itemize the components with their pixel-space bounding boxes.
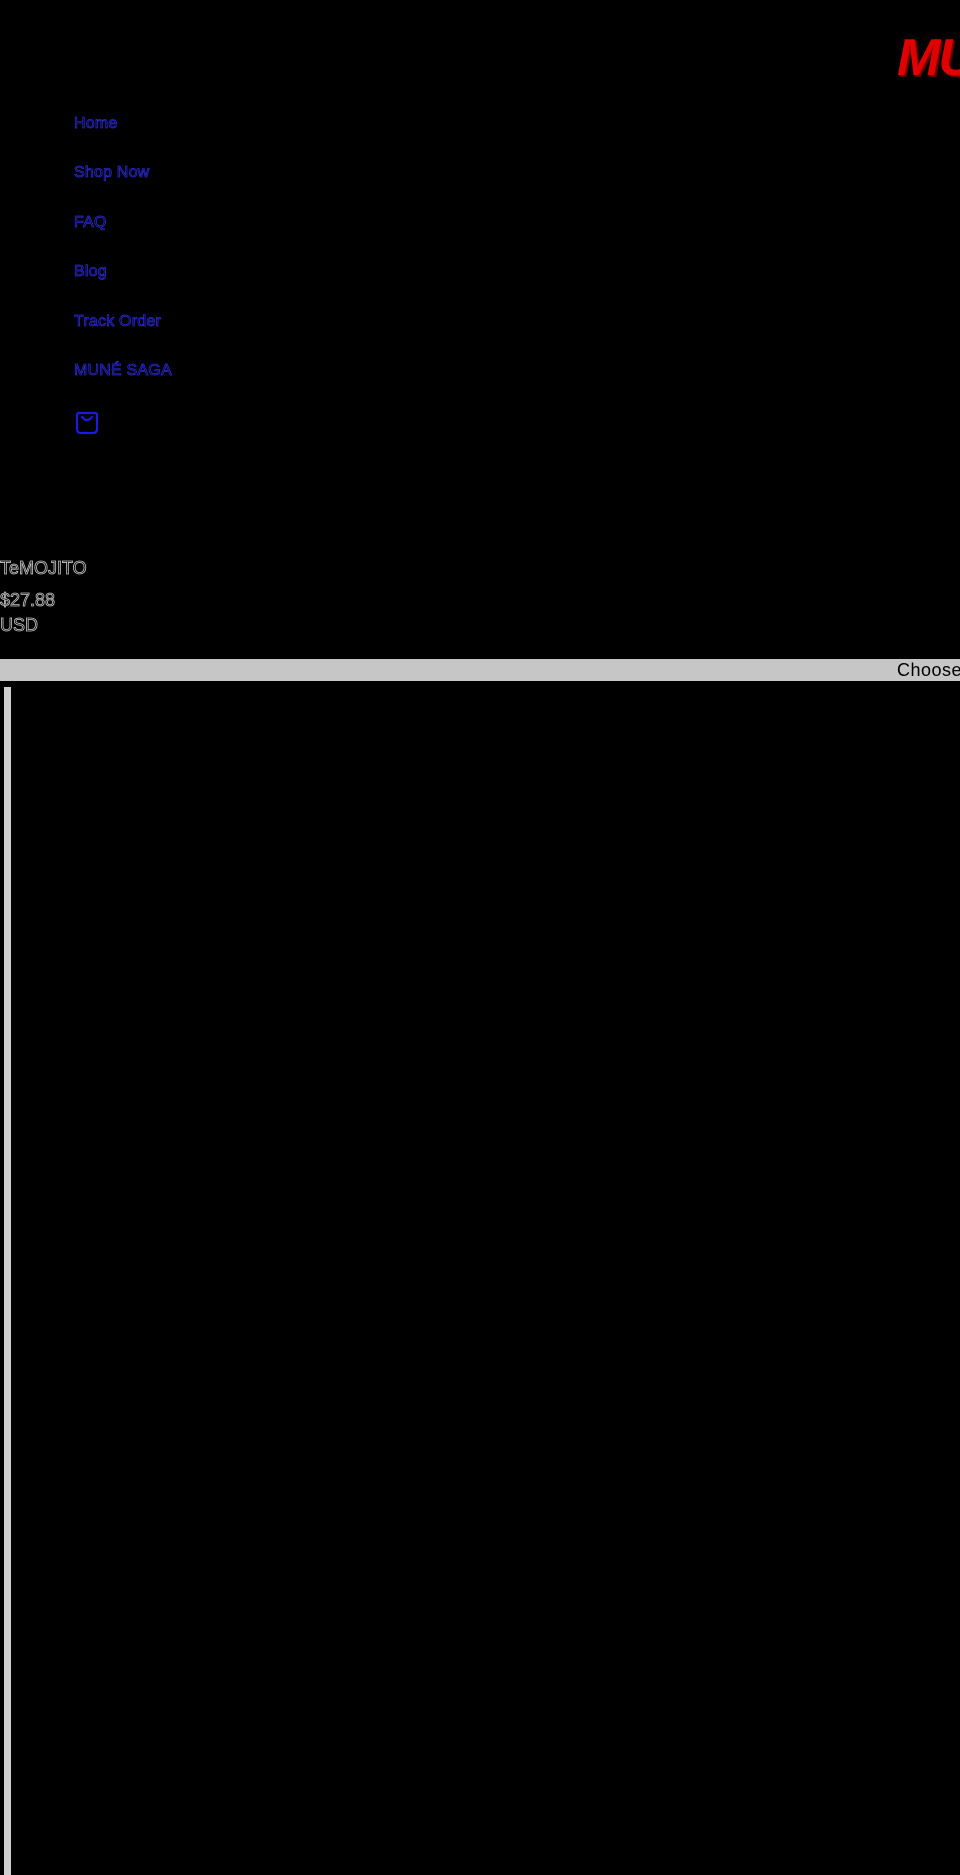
- nav-link-mune-saga[interactable]: MUNÉ SAGA: [74, 361, 172, 381]
- nav-item-faq: FAQ: [74, 213, 172, 262]
- nav-item-mune-saga: MUNÉ SAGA: [74, 361, 172, 410]
- nav-link-blog[interactable]: Blog: [74, 262, 107, 282]
- nav-item-track-order: Track Order: [74, 312, 172, 361]
- nav-link-faq[interactable]: FAQ: [74, 213, 107, 233]
- nav-item-home: Home: [74, 114, 172, 163]
- shopping-bag-icon: [75, 411, 99, 435]
- nav-item-shop-now: Shop Now: [74, 163, 172, 212]
- price-amount: $27.88: [0, 590, 56, 611]
- cart-button[interactable]: [74, 410, 100, 436]
- option-select-label: Choose: [897, 660, 960, 680]
- scroll-rail[interactable]: [4, 687, 11, 1875]
- product-title: TeMOJITO: [0, 558, 87, 579]
- nav-link-shop-now[interactable]: Shop Now: [74, 163, 150, 183]
- nav-link-home[interactable]: Home: [74, 114, 118, 134]
- option-select[interactable]: Choose: [0, 659, 960, 681]
- nav-item-blog: Blog: [74, 262, 172, 311]
- nav-link-track-order[interactable]: Track Order: [74, 312, 162, 332]
- price-currency: USD: [0, 615, 39, 636]
- product-price: $27.88 USD: [0, 588, 55, 638]
- brand-logo[interactable]: MU: [897, 32, 960, 84]
- main-nav: Home Shop Now FAQ Blog Track Order MUNÉ …: [74, 114, 172, 410]
